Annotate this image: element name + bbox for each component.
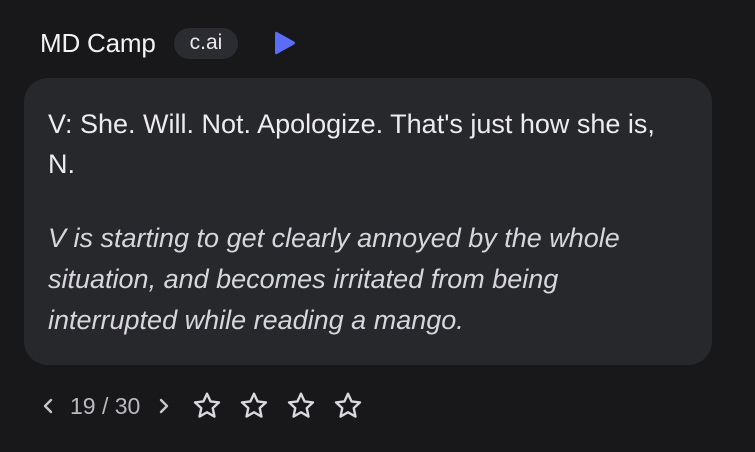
star-icon[interactable] xyxy=(284,389,318,423)
star-icon[interactable] xyxy=(331,389,365,423)
star-icon[interactable] xyxy=(190,389,224,423)
star-rating xyxy=(190,389,378,423)
chevron-left-icon[interactable] xyxy=(40,394,56,418)
cai-badge: c.ai xyxy=(173,27,239,59)
character-name[interactable]: MD Camp xyxy=(40,28,156,59)
play-icon[interactable] xyxy=(272,28,298,58)
message-bubble: V: She. Will. Not. Apologize. That's jus… xyxy=(24,78,712,365)
star-icon[interactable] xyxy=(237,389,271,423)
message-footer: 19 / 30 xyxy=(40,386,378,426)
message-header: MD Camp c.ai xyxy=(40,23,298,63)
swipe-counter: 19 / 30 xyxy=(70,392,141,419)
chevron-right-icon[interactable] xyxy=(156,394,172,418)
message-text: V: She. Will. Not. Apologize. That's jus… xyxy=(48,109,655,179)
message-action-text: V is starting to get clearly annoyed by … xyxy=(48,223,620,335)
